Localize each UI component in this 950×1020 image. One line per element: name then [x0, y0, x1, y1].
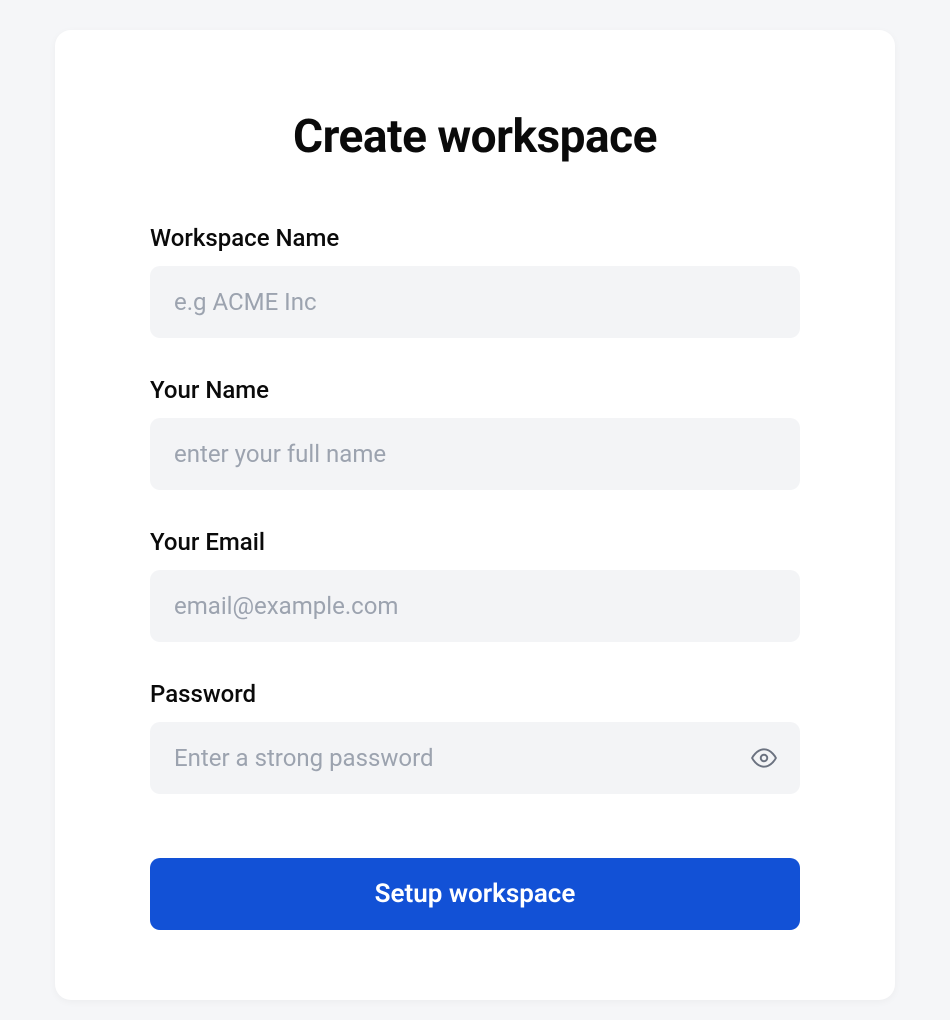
your-name-input[interactable]	[150, 418, 800, 490]
password-input-wrapper	[150, 722, 800, 794]
your-name-label: Your Name	[150, 376, 800, 404]
your-email-input-wrapper	[150, 570, 800, 642]
setup-workspace-button[interactable]: Setup workspace	[150, 858, 800, 930]
workspace-name-input[interactable]	[150, 266, 800, 338]
form-group-your-name: Your Name	[150, 376, 800, 490]
your-name-input-wrapper	[150, 418, 800, 490]
form-group-workspace-name: Workspace Name	[150, 224, 800, 338]
your-email-label: Your Email	[150, 528, 800, 556]
page-title: Create workspace	[150, 110, 800, 164]
form-group-password: Password	[150, 680, 800, 794]
your-email-input[interactable]	[150, 570, 800, 642]
workspace-name-label: Workspace Name	[150, 224, 800, 252]
password-label: Password	[150, 680, 800, 708]
create-workspace-card: Create workspace Workspace Name Your Nam…	[55, 30, 895, 1000]
form-group-your-email: Your Email	[150, 528, 800, 642]
workspace-name-input-wrapper	[150, 266, 800, 338]
password-input[interactable]	[150, 722, 800, 794]
eye-icon[interactable]	[750, 744, 778, 772]
